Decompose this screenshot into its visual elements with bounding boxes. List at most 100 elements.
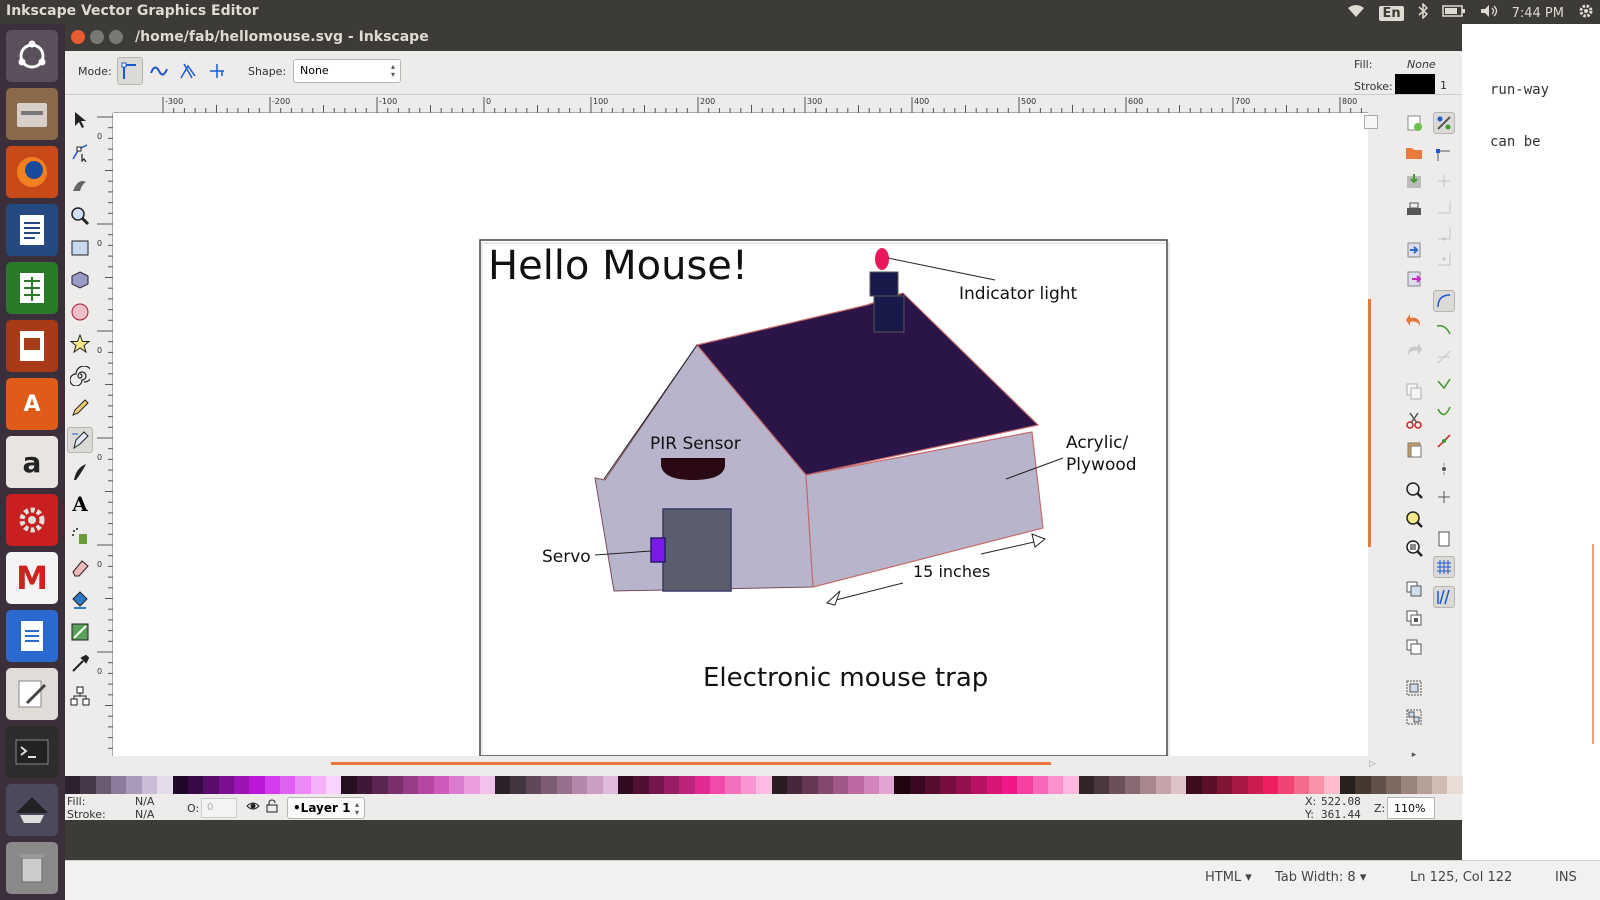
clock[interactable]: 7:44 PM xyxy=(1512,6,1564,21)
status-stroke-value[interactable]: N/A xyxy=(135,808,154,821)
palette-swatch[interactable] xyxy=(295,776,311,794)
dropper-tool-icon[interactable] xyxy=(67,651,93,677)
palette-swatch[interactable] xyxy=(541,776,557,794)
palette-swatch[interactable] xyxy=(1216,776,1233,794)
palette-swatch[interactable] xyxy=(587,776,603,794)
snap-toggle-icon[interactable] xyxy=(1433,112,1455,134)
palette-swatch[interactable] xyxy=(326,776,342,794)
palette-swatch[interactable] xyxy=(418,776,434,794)
eraser-tool-icon[interactable] xyxy=(67,555,93,581)
palette-swatch[interactable] xyxy=(955,776,972,794)
palette-swatch[interactable] xyxy=(894,776,910,794)
palette-swatch[interactable] xyxy=(1293,776,1310,794)
vertical-scroll-thumb[interactable] xyxy=(1368,299,1371,547)
paste-icon[interactable] xyxy=(1403,438,1425,460)
shape-select[interactable]: None ▴ ▾ xyxy=(293,59,401,83)
snap-page-border-icon[interactable] xyxy=(1433,528,1455,550)
firefox-icon[interactable] xyxy=(6,146,58,198)
drawing-canvas[interactable]: Hello Mouse! Indicator light PIR Sensor … xyxy=(113,113,1368,756)
palette-swatch[interactable] xyxy=(1124,776,1141,794)
language-mode-selector[interactable]: HTML ▾ xyxy=(1205,870,1252,885)
palette-swatch[interactable] xyxy=(233,776,250,794)
palette-swatch[interactable] xyxy=(1385,776,1402,794)
palette-swatch[interactable] xyxy=(863,776,880,794)
open-icon[interactable] xyxy=(1403,141,1425,163)
chimney-body[interactable] xyxy=(873,295,905,333)
snap-object-midpoints-icon[interactable] xyxy=(1433,458,1455,480)
text-tool-icon[interactable]: A xyxy=(67,491,93,517)
software-center-icon[interactable]: A xyxy=(6,378,58,430)
current-layer-select[interactable]: •Layer 1 ▴ ▾ xyxy=(287,797,365,819)
copy-icon[interactable] xyxy=(1403,380,1425,402)
palette-swatch[interactable] xyxy=(879,776,895,794)
group-icon[interactable] xyxy=(1403,677,1425,699)
palette-swatch[interactable] xyxy=(80,776,96,794)
palette-swatch[interactable] xyxy=(218,776,234,794)
palette-swatch[interactable] xyxy=(1001,776,1018,794)
palette-swatch[interactable] xyxy=(940,776,956,794)
gmail-icon[interactable]: M xyxy=(6,552,58,604)
palette-swatch[interactable] xyxy=(1017,776,1033,794)
palette-swatch[interactable] xyxy=(664,776,680,794)
more-commands-arrow-icon[interactable]: ▸ xyxy=(1403,744,1425,766)
palette-swatch[interactable] xyxy=(648,776,665,794)
palette-swatch[interactable] xyxy=(1431,776,1448,794)
acrylic-label-line1[interactable]: Acrylic/ xyxy=(1066,433,1129,453)
amazon-icon[interactable]: a xyxy=(6,436,58,488)
palette-swatch[interactable] xyxy=(187,776,204,794)
snap-bbox-corners-icon[interactable] xyxy=(1433,196,1455,218)
pir-sensor-label[interactable]: PIR Sensor xyxy=(650,434,741,454)
palette-swatch[interactable] xyxy=(402,776,419,794)
vertical-ruler[interactable]: 00000000 xyxy=(95,113,113,890)
stroke-width-value[interactable]: 1 xyxy=(1440,79,1447,92)
calligraphy-tool-icon[interactable] xyxy=(67,459,93,485)
spray-tool-icon[interactable] xyxy=(67,523,93,549)
system-settings-icon[interactable] xyxy=(6,494,58,546)
palette-swatch[interactable] xyxy=(694,776,711,794)
palette-swatch[interactable] xyxy=(971,776,987,794)
snap-rotation-center-icon[interactable] xyxy=(1433,486,1455,508)
snap-cusp-nodes-icon[interactable] xyxy=(1433,374,1455,396)
palette-swatch[interactable] xyxy=(387,776,403,794)
snap-grid-icon[interactable] xyxy=(1433,556,1455,578)
house-door[interactable] xyxy=(662,508,732,592)
palette-swatch[interactable] xyxy=(1278,776,1294,794)
palette-swatch[interactable] xyxy=(510,776,526,794)
palette-swatch[interactable] xyxy=(1401,776,1417,794)
palette-swatch[interactable] xyxy=(756,776,772,794)
dimension-label[interactable]: 15 inches xyxy=(913,562,990,581)
palette-swatch[interactable] xyxy=(356,776,373,794)
palette-swatch[interactable] xyxy=(126,776,142,794)
palette-swatch[interactable] xyxy=(95,776,112,794)
palette-swatch[interactable] xyxy=(525,776,542,794)
zoom-drawing-icon[interactable] xyxy=(1403,508,1425,530)
gradient-tool-icon[interactable] xyxy=(67,619,93,645)
palette-swatch[interactable] xyxy=(909,776,926,794)
palette-swatch[interactable] xyxy=(1309,776,1325,794)
export-icon[interactable] xyxy=(1403,268,1425,290)
layer-lock-icon[interactable] xyxy=(266,799,278,816)
status-fill-value[interactable]: N/A xyxy=(135,795,154,808)
palette-swatch[interactable] xyxy=(1155,776,1171,794)
layer-visibility-eye-icon[interactable] xyxy=(246,799,260,816)
drawing-caption[interactable]: Electronic mouse trap xyxy=(703,663,988,693)
snap-bbox-icon[interactable] xyxy=(1433,144,1455,166)
horizontal-scroll-thumb[interactable] xyxy=(331,762,1051,765)
palette-swatch[interactable] xyxy=(203,776,219,794)
palette-swatch[interactable] xyxy=(372,776,388,794)
stroke-color-swatch[interactable] xyxy=(1395,74,1435,94)
zoom-tool-icon[interactable] xyxy=(67,203,93,229)
palette-swatch[interactable] xyxy=(495,776,511,794)
palette-swatch[interactable] xyxy=(1170,776,1187,794)
ungroup-icon[interactable] xyxy=(1403,706,1425,728)
palette-swatch[interactable] xyxy=(1140,776,1156,794)
connector-tool-icon[interactable] xyxy=(67,683,93,709)
bspline-mode-button[interactable] xyxy=(175,57,201,85)
palette-swatch[interactable] xyxy=(1063,776,1079,794)
inkscape-icon[interactable] xyxy=(6,784,58,836)
fill-value[interactable]: None xyxy=(1407,58,1436,71)
indicator-light-label[interactable]: Indicator light xyxy=(959,284,1078,304)
servo-shape[interactable] xyxy=(650,537,666,563)
snap-nodes-icon[interactable] xyxy=(1433,290,1455,312)
palette-swatch[interactable] xyxy=(172,776,188,794)
